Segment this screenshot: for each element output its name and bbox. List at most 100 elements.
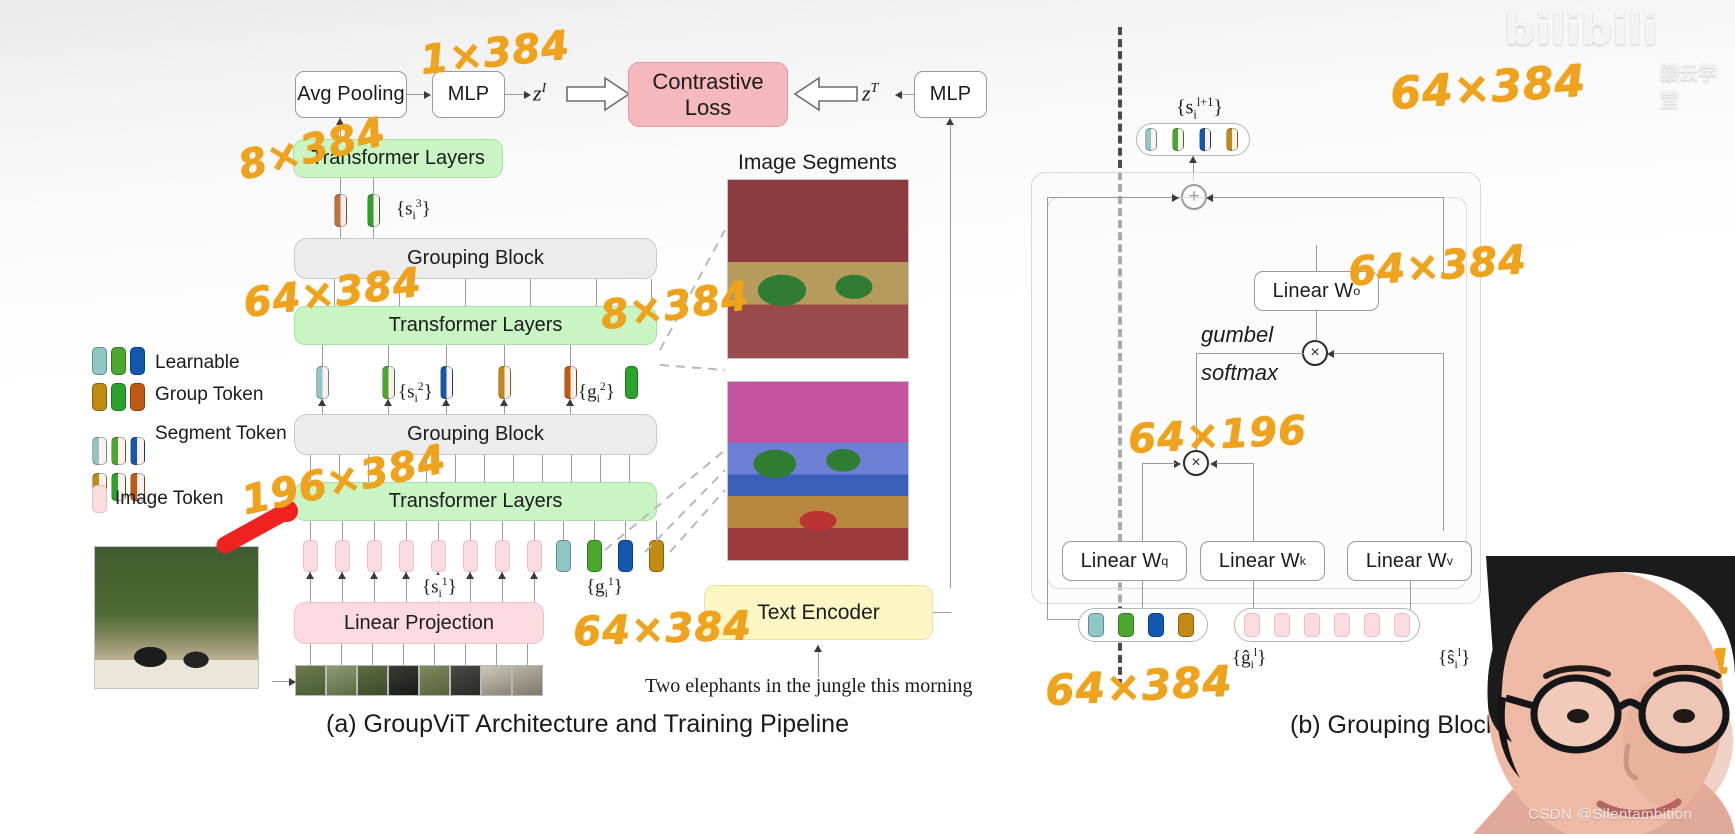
multiply-operator-upper: × xyxy=(1302,340,1328,366)
input-group-token-1 xyxy=(1088,613,1104,637)
linear-wk-block: Linear Wk xyxy=(1200,541,1325,581)
input-segment-token-6 xyxy=(1394,613,1410,637)
legend-image-token xyxy=(92,485,107,513)
legend-learnable-group-token-line1: Learnable xyxy=(155,352,240,373)
segment-token-s2-2 xyxy=(382,366,395,399)
linear-wq-block: Linear Wq xyxy=(1062,541,1187,581)
linear-projection-block: Linear Projection xyxy=(294,602,544,644)
text-encoder-block: Text Encoder xyxy=(704,585,933,640)
csdn-watermark: CSDN @Silentambition xyxy=(1528,806,1693,823)
arrow-to-loss-left xyxy=(793,76,858,112)
legend-group-token-3 xyxy=(130,347,145,375)
legend-segment-token-2 xyxy=(111,437,126,465)
annotation-64x384-input: 64×384 xyxy=(1043,656,1234,715)
input-segment-token-5 xyxy=(1364,613,1380,637)
image-token-5 xyxy=(431,540,446,572)
lecture-screenshot: bilibili 鼹云学堂 Avg Pooling MLP zI Contras… xyxy=(0,0,1735,834)
legend-segment-token-1 xyxy=(92,437,107,465)
transformer-layers-2-label: Transformer Layers xyxy=(388,314,563,336)
linear-wv-block: Linear Wv xyxy=(1347,541,1472,581)
contrastive-loss-line1: Contrastive xyxy=(652,68,764,94)
text-encoder-label: Text Encoder xyxy=(757,600,880,624)
s2-label: {si2} xyxy=(398,380,433,406)
linear-wo-block: Linear Wo xyxy=(1254,271,1379,311)
input-group-token-2 xyxy=(1118,613,1134,637)
linear-wo-label: Linear W xyxy=(1272,279,1354,302)
image-token-4 xyxy=(399,540,414,572)
legend-segment-token-label: Segment Token xyxy=(155,423,287,444)
output-segment-token-3 xyxy=(1199,128,1211,151)
bilibili-watermark: bilibili xyxy=(1504,4,1658,55)
image-token-8 xyxy=(527,540,542,572)
mlp-image-label: MLP xyxy=(447,83,490,105)
output-segment-token-2 xyxy=(1172,128,1184,151)
linear-wq-label: Linear W xyxy=(1080,549,1162,572)
z-image-label: zI xyxy=(533,80,547,106)
segment-token-s2-3 xyxy=(440,366,453,399)
image-token-6 xyxy=(463,540,478,572)
transformer-layers-3-label: Transformer Layers xyxy=(311,147,485,169)
legend-group-token-4 xyxy=(92,383,107,411)
linear-wk-label: Linear W xyxy=(1218,549,1300,572)
annotation-64x384-output: 64×384 xyxy=(1388,55,1588,120)
grouping-block-inner-container xyxy=(1047,197,1467,589)
output-segment-token-1 xyxy=(1145,128,1157,151)
image-token-3 xyxy=(367,540,382,572)
multiply-operator-lower-symbol: × xyxy=(1191,454,1201,471)
mlp-image-block: MLP xyxy=(432,71,505,118)
source-image-thumbnail xyxy=(94,546,259,689)
caption-panel-b: (b) Grouping Block xyxy=(1290,711,1499,739)
image-token-7 xyxy=(495,540,510,572)
z-text-label: zT xyxy=(862,80,879,106)
segment-token-s3-2 xyxy=(367,194,380,227)
arrow-to-loss-right xyxy=(566,76,631,112)
transformer-layers-1-label: Transformer Layers xyxy=(388,490,563,512)
output-segment-token-4 xyxy=(1226,128,1238,151)
grouping-block-2-label: Grouping Block xyxy=(407,247,544,269)
text-prompt-label: Two elephants in the jungle this morning xyxy=(645,675,973,697)
input-segment-token-1 xyxy=(1244,613,1260,637)
contrastive-loss-line2: Loss xyxy=(684,94,732,120)
bilibili-watermark-cn: 鼹云学堂 xyxy=(1660,62,1718,111)
contrastive-loss-block: Contrastive Loss xyxy=(628,62,788,127)
image-token-2 xyxy=(335,540,350,572)
segment-token-s2-1 xyxy=(316,366,329,399)
input-group-token-3 xyxy=(1148,613,1164,637)
s-out-label: {sil+1} xyxy=(1176,95,1224,122)
input-segment-token-capsule xyxy=(1234,608,1420,642)
transformer-layers-3: Transformer Layers xyxy=(293,139,503,178)
group-token-g1-1 xyxy=(556,540,571,572)
caption-panel-a: (a) GroupViT Architecture and Training P… xyxy=(326,710,849,738)
s3-label: {si3} xyxy=(396,197,431,223)
annotation-partial-right-edge: 4 xyxy=(1698,639,1732,690)
multiply-operator-lower: × xyxy=(1183,450,1209,476)
image-segments-title: Image Segments xyxy=(738,151,897,174)
segment-token-s2-4 xyxy=(498,366,511,399)
legend-image-token-label: Image Token xyxy=(115,488,224,509)
red-marker-annotation xyxy=(216,500,298,554)
linear-wv-label: Linear W xyxy=(1365,549,1447,572)
legend-group-token-6 xyxy=(130,383,145,411)
mlp-text-block: MLP xyxy=(914,71,987,118)
mlp-text-label: MLP xyxy=(929,83,972,105)
input-segment-token-4 xyxy=(1334,613,1350,637)
input-segment-token-3 xyxy=(1304,613,1320,637)
avg-pooling-label: Avg Pooling xyxy=(297,83,405,105)
grouping-block-1-label: Grouping Block xyxy=(407,423,544,445)
image-patch-strip xyxy=(295,665,543,696)
segment-connector-lines xyxy=(604,229,726,553)
legend-segment-token-3 xyxy=(130,437,145,465)
avg-pooling-block: Avg Pooling xyxy=(295,71,407,118)
segment-token-s3-1 xyxy=(334,194,347,227)
multiply-operator-upper-symbol: × xyxy=(1310,344,1320,361)
legend-group-token-1 xyxy=(92,347,107,375)
input-segment-token-2 xyxy=(1274,613,1290,637)
input-group-token-4 xyxy=(1178,613,1194,637)
g-hat-label: {ĝil} xyxy=(1232,646,1267,672)
legend-learnable-group-token-line2: Group Token xyxy=(155,384,264,405)
s-hat-label: {ŝil} xyxy=(1438,646,1471,672)
linear-projection-label: Linear Projection xyxy=(343,611,495,634)
gumbel-label: gumbel xyxy=(1201,322,1274,347)
s1-label: {si1} xyxy=(418,575,461,602)
legend-group-token-2 xyxy=(111,347,126,375)
